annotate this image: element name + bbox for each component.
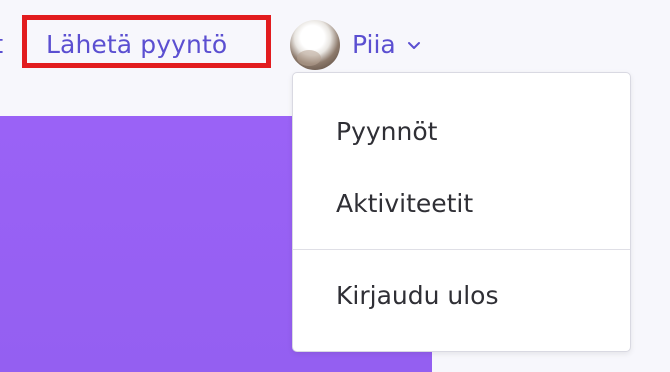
nav-link-partial[interactable]: t xyxy=(0,28,3,62)
chevron-down-icon[interactable] xyxy=(406,37,422,53)
send-request-link[interactable]: Lähetä pyyntö xyxy=(46,28,227,62)
menu-item-activities[interactable]: Aktiviteetit xyxy=(336,187,473,221)
menu-divider xyxy=(293,249,630,250)
user-name[interactable]: Piia xyxy=(352,28,396,62)
user-menu-trigger[interactable]: Piia xyxy=(290,20,422,70)
menu-item-requests[interactable]: Pyynnöt xyxy=(336,115,437,149)
menu-item-logout[interactable]: Kirjaudu ulos xyxy=(336,279,499,313)
user-dropdown-menu: Pyynnöt Aktiviteetit Kirjaudu ulos xyxy=(292,72,631,352)
avatar[interactable] xyxy=(290,20,340,70)
